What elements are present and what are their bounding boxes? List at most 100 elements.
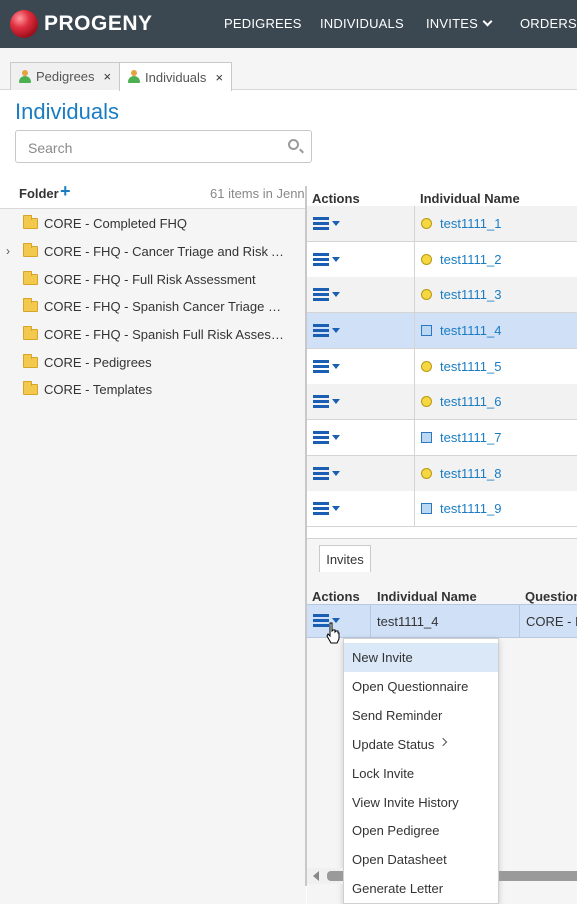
table-row[interactable]: test1111_1 bbox=[307, 206, 577, 242]
female-icon bbox=[421, 289, 432, 300]
male-icon bbox=[421, 325, 432, 336]
folder-icon bbox=[23, 354, 38, 368]
table-row[interactable]: test1111_9 bbox=[307, 491, 577, 527]
table-row[interactable]: test1111_3 bbox=[307, 277, 577, 313]
individual-link[interactable]: test1111_7 bbox=[440, 430, 501, 445]
tree-item[interactable]: CORE - FHQ - Spanish Full Risk Assessmen… bbox=[0, 325, 300, 347]
table-row[interactable]: test1111_8 bbox=[307, 456, 577, 492]
tree-item-label: CORE - Pedigrees bbox=[44, 355, 152, 370]
folder-label: Folder bbox=[19, 186, 59, 201]
actions-menu-icon[interactable] bbox=[313, 253, 340, 266]
male-icon bbox=[421, 503, 432, 514]
top-navbar: PROGENY PEDIGREES INDIVIDUALS INVITES OR… bbox=[0, 0, 577, 48]
grid-header: Actions Individual Name bbox=[307, 186, 577, 208]
column-header-individual-name[interactable]: Individual Name bbox=[420, 191, 520, 206]
chevron-down-icon bbox=[482, 16, 493, 27]
actions-menu-icon[interactable] bbox=[313, 360, 340, 373]
menu-item-lock-invite[interactable]: Lock Invite bbox=[344, 759, 498, 788]
scroll-left-icon[interactable] bbox=[313, 871, 319, 881]
menu-item-view-invite-history[interactable]: View Invite History bbox=[344, 788, 498, 817]
search-icon[interactable] bbox=[288, 139, 299, 150]
table-row[interactable]: test1111_7 bbox=[307, 420, 577, 456]
tab-label: Individuals bbox=[145, 69, 207, 85]
individual-link[interactable]: test1111_5 bbox=[440, 359, 501, 374]
female-icon bbox=[421, 468, 432, 479]
page-title: Individuals bbox=[15, 99, 119, 124]
hand-cursor-icon bbox=[326, 622, 340, 644]
nav-invites[interactable]: INVITES bbox=[426, 16, 493, 31]
table-row[interactable]: test1111_6 bbox=[307, 384, 577, 420]
female-icon bbox=[421, 218, 432, 229]
actions-menu-icon[interactable] bbox=[313, 467, 340, 480]
brand-name[interactable]: PROGENY bbox=[44, 12, 153, 36]
progeny-logo-icon[interactable] bbox=[10, 10, 38, 38]
add-folder-button[interactable]: + bbox=[60, 181, 71, 202]
column-header-individual-name[interactable]: Individual Name bbox=[377, 589, 477, 604]
invite-questionnaire: CORE - Fe bbox=[526, 614, 577, 629]
tab-individuals[interactable]: Individuals × bbox=[119, 62, 233, 91]
nav-orders[interactable]: ORDERS bbox=[520, 16, 577, 31]
individual-link[interactable]: test1111_6 bbox=[440, 394, 501, 409]
table-row[interactable]: test1111_4 bbox=[307, 313, 577, 349]
person-icon bbox=[19, 69, 31, 84]
column-divider bbox=[414, 277, 415, 312]
close-icon[interactable]: × bbox=[104, 69, 112, 84]
individual-link[interactable]: test1111_4 bbox=[440, 323, 501, 338]
tree-item[interactable]: CORE - FHQ - Spanish Cancer Triage and R… bbox=[0, 297, 300, 319]
tree-item-label: CORE - FHQ - Spanish Full Risk Assessmen… bbox=[44, 327, 284, 342]
search-input[interactable]: Search bbox=[15, 130, 312, 163]
female-icon bbox=[421, 361, 432, 372]
actions-context-menu: New Invite Open Questionnaire Send Remin… bbox=[343, 638, 499, 904]
actions-menu-icon[interactable] bbox=[313, 217, 340, 230]
scrollbar-thumb[interactable] bbox=[327, 871, 343, 881]
menu-item-send-reminder[interactable]: Send Reminder bbox=[344, 701, 498, 730]
table-row[interactable]: test1111_5 bbox=[307, 349, 577, 385]
tab-strip: Pedigrees × Individuals × bbox=[0, 48, 577, 91]
menu-item-open-datasheet[interactable]: Open Datasheet bbox=[344, 845, 498, 874]
menu-item-open-questionnaire[interactable]: Open Questionnaire bbox=[344, 672, 498, 701]
actions-menu-icon[interactable] bbox=[313, 324, 340, 337]
actions-menu-icon[interactable] bbox=[313, 395, 340, 408]
tab-invites[interactable]: Invites bbox=[319, 545, 371, 572]
chevron-right-icon[interactable]: › bbox=[6, 244, 10, 258]
menu-item-update-status[interactable]: Update Status bbox=[344, 730, 498, 759]
menu-item-new-invite[interactable]: New Invite bbox=[344, 643, 498, 672]
menu-item-generate-letter[interactable]: Generate Letter bbox=[344, 874, 498, 903]
close-icon[interactable]: × bbox=[215, 70, 223, 85]
column-divider bbox=[414, 491, 415, 526]
scrollbar-thumb[interactable] bbox=[499, 871, 577, 881]
tree-item[interactable]: CORE - FHQ - Full Risk Assessment bbox=[0, 270, 300, 292]
tree-item-label: CORE - FHQ - Cancer Triage and Risk Asse… bbox=[44, 244, 284, 259]
folder-icon bbox=[23, 326, 38, 340]
horizontal-scrollbar[interactable] bbox=[307, 868, 343, 884]
tree-item[interactable]: CORE - Templates bbox=[0, 380, 300, 402]
individual-link[interactable]: test1111_8 bbox=[440, 466, 501, 481]
column-divider bbox=[519, 605, 520, 637]
actions-menu-icon[interactable] bbox=[313, 431, 340, 444]
tab-pedigrees[interactable]: Pedigrees × bbox=[10, 62, 121, 90]
column-header-questionnaire[interactable]: Question bbox=[525, 589, 577, 604]
individual-link[interactable]: test1111_9 bbox=[440, 501, 501, 516]
individual-link[interactable]: test1111_1 bbox=[440, 216, 501, 231]
female-icon bbox=[421, 254, 432, 265]
tree-item[interactable]: CORE - Pedigrees bbox=[0, 353, 300, 375]
individual-link[interactable]: test1111_2 bbox=[440, 252, 501, 267]
column-header-actions[interactable]: Actions bbox=[312, 589, 360, 604]
column-divider bbox=[414, 456, 415, 491]
actions-menu-icon[interactable] bbox=[313, 288, 340, 301]
nav-pedigrees[interactable]: PEDIGREES bbox=[224, 16, 302, 31]
invite-row[interactable]: test1111_4 CORE - Fe bbox=[307, 604, 577, 638]
tree-item-label: CORE - Templates bbox=[44, 382, 153, 397]
table-row[interactable]: test1111_2 bbox=[307, 242, 577, 278]
column-divider bbox=[414, 242, 415, 277]
nav-individuals[interactable]: INDIVIDUALS bbox=[320, 16, 404, 31]
folder-icon bbox=[23, 271, 38, 285]
tab-label: Pedigrees bbox=[36, 69, 95, 84]
actions-menu-icon[interactable] bbox=[313, 502, 340, 515]
individual-link[interactable]: test1111_3 bbox=[440, 287, 501, 302]
menu-item-open-pedigree[interactable]: Open Pedigree bbox=[344, 816, 498, 845]
tree-item[interactable]: › CORE - FHQ - Cancer Triage and Risk As… bbox=[0, 242, 300, 264]
tree-item[interactable]: CORE - Completed FHQ bbox=[0, 214, 300, 236]
folder-tree: CORE - Completed FHQ › CORE - FHQ - Canc… bbox=[0, 208, 306, 904]
column-header-actions[interactable]: Actions bbox=[312, 191, 360, 206]
